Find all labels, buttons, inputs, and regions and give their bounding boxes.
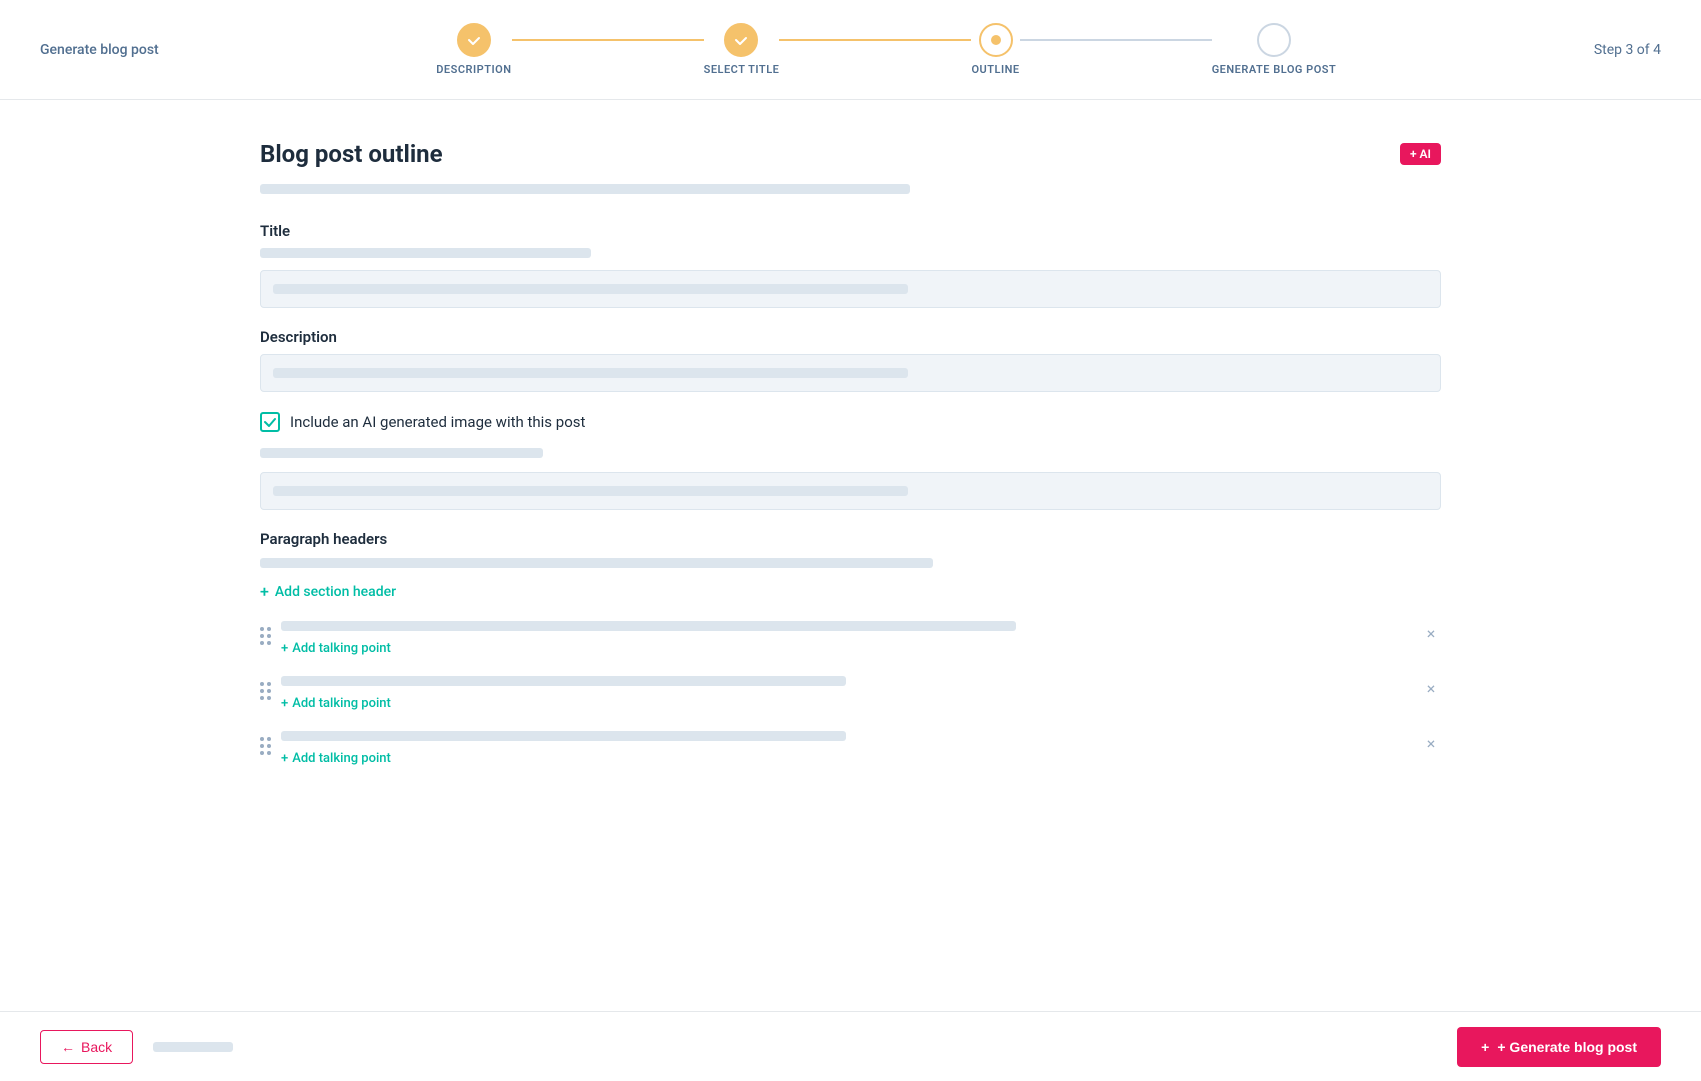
description-label: Description	[260, 328, 1441, 346]
app-title: Generate blog post	[40, 42, 159, 58]
step-outline: OUTLINE	[971, 23, 1019, 76]
ai-image-checkbox[interactable]	[260, 412, 280, 432]
step-select-title: SELECT TITLE	[704, 23, 780, 76]
step-info: Step 3 of 4	[1594, 42, 1661, 58]
section-title: Blog post outline	[260, 140, 443, 168]
title-input[interactable]	[260, 270, 1441, 308]
image-prompt-skeleton	[273, 486, 908, 496]
remove-item-3[interactable]: ×	[1421, 731, 1441, 751]
paragraph-headers-label: Paragraph headers	[260, 530, 1441, 548]
paragraph-content-1: + Add talking point	[281, 621, 1411, 656]
skeleton-checkbox-sub	[260, 448, 543, 458]
step-connector-2	[779, 39, 971, 41]
paragraph-content-3: + Add talking point	[281, 731, 1411, 766]
step-generate: GENERATE BLOG POST	[1212, 23, 1337, 76]
section-header-row: Blog post outline + AI	[260, 140, 1441, 168]
title-label: Title	[260, 222, 1441, 240]
skeleton-line-top	[260, 184, 910, 194]
description-input[interactable]	[260, 354, 1441, 392]
remove-item-2[interactable]: ×	[1421, 676, 1441, 696]
footer-skeleton	[153, 1042, 233, 1052]
generate-blog-post-button[interactable]: + + Generate blog post	[1457, 1027, 1661, 1067]
add-section-header[interactable]: + Add section header	[260, 582, 1441, 601]
main-content: Blog post outline + AI Title Description…	[0, 100, 1701, 1011]
add-talking-point-2[interactable]: + Add talking point	[281, 696, 1411, 711]
step-label-generate: GENERATE BLOG POST	[1212, 63, 1337, 76]
drag-handle-3[interactable]	[260, 731, 271, 755]
drag-handle-1[interactable]	[260, 621, 271, 645]
paragraph-content-2: + Add talking point	[281, 676, 1411, 711]
step-description: DESCRIPTION	[436, 23, 511, 76]
add-talking-point-label-2: Add talking point	[292, 696, 391, 711]
back-button[interactable]: ← Back	[40, 1030, 133, 1064]
add-talking-point-icon-2: +	[281, 696, 288, 711]
add-talking-point-1[interactable]: + Add talking point	[281, 641, 1411, 656]
step-circle-description	[457, 23, 491, 57]
add-talking-point-3[interactable]: + Add talking point	[281, 751, 1411, 766]
paragraph-item-2: + Add talking point ×	[260, 676, 1441, 711]
paragraph-skeleton-3a	[281, 731, 846, 741]
add-section-icon: +	[260, 582, 269, 601]
paragraph-item-1: + Add talking point ×	[260, 621, 1441, 656]
checkbox-row: Include an AI generated image with this …	[260, 412, 1441, 432]
description-input-skeleton	[273, 368, 908, 378]
step-connector-3	[1020, 39, 1212, 41]
back-chevron-icon: ←	[61, 1039, 75, 1055]
step-label-outline: OUTLINE	[971, 63, 1019, 76]
skeleton-title-sub	[260, 248, 591, 258]
title-input-skeleton	[273, 284, 908, 294]
add-talking-point-label-1: Add talking point	[292, 641, 391, 656]
paragraph-skeleton-1a	[281, 621, 1016, 631]
footer: ← Back + + Generate blog post	[0, 1011, 1701, 1081]
paragraph-skeleton-2a	[281, 676, 846, 686]
add-talking-point-icon-3: +	[281, 751, 288, 766]
remove-item-1[interactable]: ×	[1421, 621, 1441, 641]
generate-label: + Generate blog post	[1497, 1039, 1637, 1055]
paragraph-item-3: + Add talking point ×	[260, 731, 1441, 766]
image-prompt-input[interactable]	[260, 472, 1441, 510]
ai-image-checkbox-label: Include an AI generated image with this …	[290, 413, 585, 431]
stepper: DESCRIPTION SELECT TITLE OUTLINE	[219, 23, 1554, 76]
step-circle-select-title	[724, 23, 758, 57]
ai-badge[interactable]: + AI	[1400, 143, 1441, 165]
step-label-select-title: SELECT TITLE	[704, 63, 780, 76]
step-label-description: DESCRIPTION	[436, 63, 511, 76]
add-section-label: Add section header	[275, 584, 396, 600]
skeleton-paragraph-sub	[260, 558, 933, 568]
step-connector-1	[512, 39, 704, 41]
step-circle-outline	[979, 23, 1013, 57]
paragraph-items: + Add talking point × + Add talking poin…	[260, 621, 1441, 766]
step-circle-generate	[1257, 23, 1291, 57]
header: Generate blog post DESCRIPTION	[0, 0, 1701, 100]
drag-handle-2[interactable]	[260, 676, 271, 700]
back-label: Back	[81, 1039, 112, 1055]
add-talking-point-label-3: Add talking point	[292, 751, 391, 766]
add-talking-point-icon-1: +	[281, 641, 288, 656]
generate-icon: +	[1481, 1039, 1489, 1055]
